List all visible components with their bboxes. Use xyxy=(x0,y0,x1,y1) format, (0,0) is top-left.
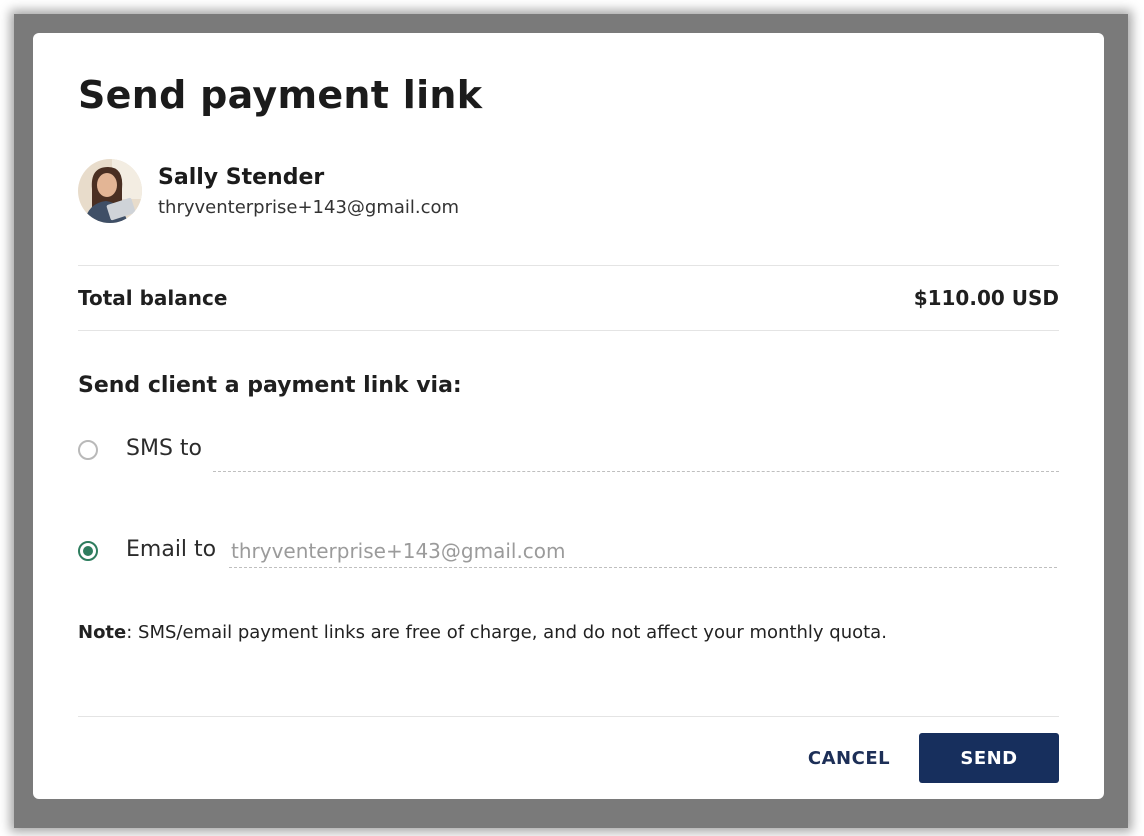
payment-link-note: Note: SMS/email payment links are free o… xyxy=(78,622,887,643)
sms-radio[interactable] xyxy=(78,440,98,460)
email-radio[interactable] xyxy=(78,541,98,561)
sms-label[interactable]: SMS to xyxy=(126,436,202,461)
email-address-input[interactable] xyxy=(229,535,1057,568)
customer-avatar xyxy=(78,159,142,223)
total-balance-label: Total balance xyxy=(78,286,228,310)
sms-phone-input[interactable] xyxy=(213,439,1059,472)
note-text: : SMS/email payment links are free of ch… xyxy=(126,622,887,643)
footer-divider xyxy=(78,716,1059,717)
divider xyxy=(78,330,1059,331)
divider xyxy=(78,265,1059,266)
send-button[interactable]: SEND xyxy=(919,733,1059,783)
customer-email: thryventerprise+143@gmail.com xyxy=(158,197,460,218)
send-payment-link-dialog: Send payment link Sally Stender thryvent… xyxy=(33,33,1104,799)
delivery-method-heading: Send client a payment link via: xyxy=(78,373,462,398)
cancel-button[interactable]: CANCEL xyxy=(793,733,905,783)
dialog-title: Send payment link xyxy=(78,73,483,117)
customer-name: Sally Stender xyxy=(158,165,325,190)
email-label[interactable]: Email to xyxy=(126,537,216,562)
total-balance-value: $110.00 USD xyxy=(913,286,1059,310)
note-prefix: Note xyxy=(78,622,127,643)
